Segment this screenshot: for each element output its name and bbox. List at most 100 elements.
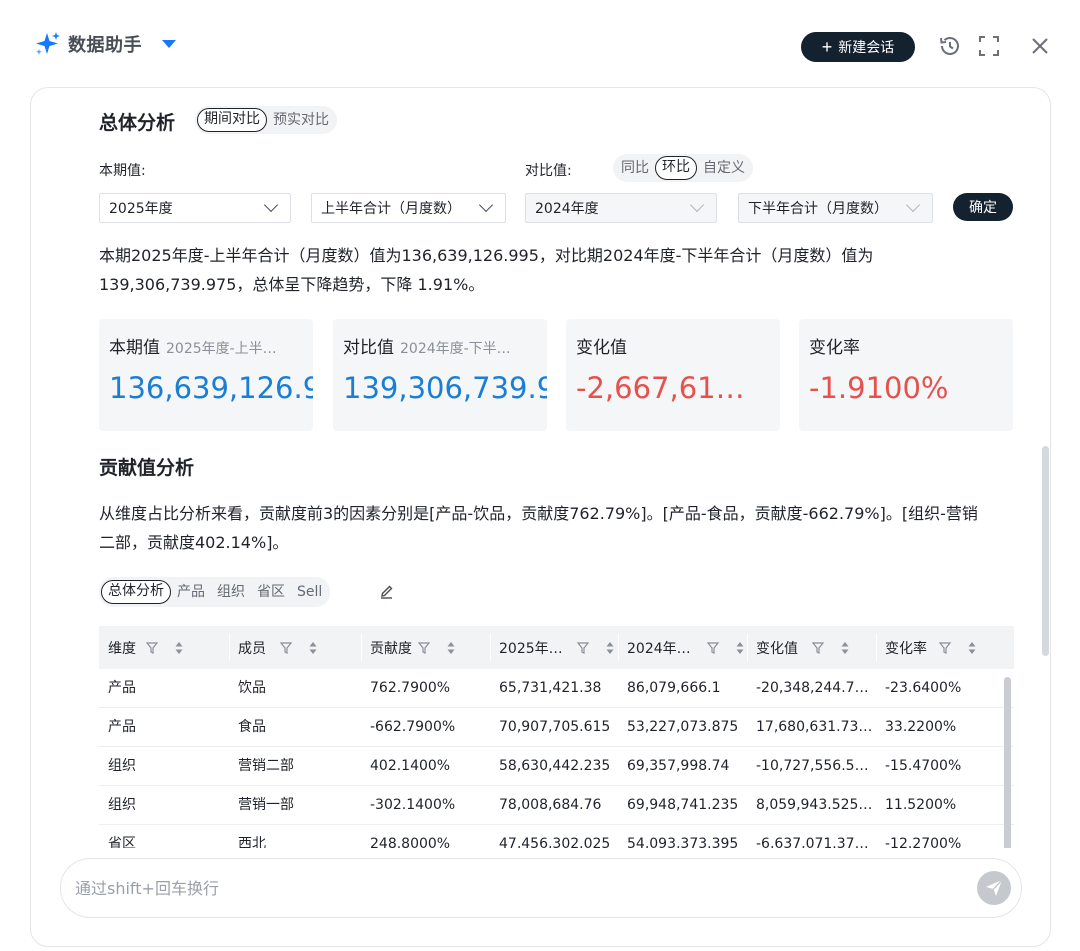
cell-2025: 78,008,684.76 [499, 797, 602, 813]
edit-icon[interactable] [378, 583, 396, 601]
header-col-2025: 2025年… [490, 626, 618, 669]
table-row[interactable]: 组织 营销一部 -302.1400% 78,008,684.76 69,948,741.… [99, 786, 1014, 825]
header-separator [361, 634, 362, 661]
table-header: 维度 成员 贡献度 2025年… 2024年… 变化值 变化率 [99, 626, 1014, 669]
sort-icon[interactable] [604, 640, 616, 656]
kpi-subtitle: 2024年度-下半… [400, 341, 511, 357]
sort-icon[interactable] [839, 640, 851, 656]
cell-member: 西北 [238, 836, 266, 848]
sort-icon[interactable] [966, 640, 978, 656]
filter-icon[interactable] [417, 641, 431, 655]
cell-contribution: -302.1400% [370, 797, 456, 813]
chevron-down-icon [689, 197, 705, 213]
current-year-value: 2025年度 [109, 201, 173, 217]
tab-budget-compare[interactable]: 预实对比 [267, 108, 335, 132]
filter-icon[interactable] [706, 641, 720, 655]
overview-summary-line: 139,306,739.975，总体呈下降趋势，下降 1.91%。 [99, 275, 485, 294]
table-row[interactable]: 省区 西北 248.8000% 47,456,302.025 54,093,373.39… [99, 825, 1014, 848]
cell-2024: 69,948,741.235 [627, 797, 739, 813]
kpi-title: 本期值 [109, 338, 160, 358]
kpi-title: 对比值 [343, 338, 394, 358]
brand[interactable]: 数据助手 [34, 30, 176, 58]
header-col-contribution: 贡献度 [361, 626, 490, 669]
tab-province[interactable]: 省区 [251, 580, 291, 604]
tab-product[interactable]: 产品 [171, 580, 211, 604]
kpi-card-current: 本期值 2025年度-上半… 136,639,126.99 [99, 319, 313, 431]
table-scrollbar[interactable] [1004, 677, 1011, 848]
confirm-button[interactable]: 确定 [953, 193, 1013, 221]
compare-period-select[interactable]: 下半年合计（月度数） [738, 193, 933, 223]
sort-icon[interactable] [307, 640, 319, 656]
cell-contribution: 762.7900% [370, 680, 451, 696]
top-bar: 数据助手 + 新建会话 [0, 0, 1080, 88]
tab-org[interactable]: 组织 [211, 580, 251, 604]
chevron-down-icon[interactable] [162, 40, 176, 48]
panel-scrollbar[interactable] [1042, 446, 1049, 656]
sort-icon[interactable] [445, 640, 457, 656]
tab-custom[interactable]: 自定义 [697, 156, 751, 180]
sort-icon[interactable] [173, 640, 185, 656]
tab-yoy[interactable]: 同比 [615, 156, 655, 180]
cell-member: 营销一部 [238, 797, 294, 813]
tab-period-compare[interactable]: 期间对比 [197, 108, 267, 132]
kpi-subtitle: 2025年度-上半… [166, 341, 277, 357]
table-row[interactable]: 产品 食品 -662.7900% 70,907,705.615 53,227,073.8… [99, 708, 1014, 747]
cell-2024: 54,093,373.395 [627, 836, 739, 848]
kpi-value: -2,667,61… [576, 371, 745, 405]
message-area[interactable]: 总体分析 期间对比 预实对比 本期值: 对比值: 同比 环比 自定义 2025年… [31, 88, 1052, 848]
compare-year-select[interactable]: 2024年度 [525, 193, 717, 223]
tab-overall[interactable]: 总体分析 [101, 580, 171, 604]
cell-contribution: 402.1400% [370, 758, 451, 774]
close-icon[interactable] [1027, 33, 1053, 59]
cell-change: 17,680,631.73… [756, 719, 873, 735]
header-label: 变化率 [885, 640, 927, 657]
filter-icon[interactable] [938, 641, 952, 655]
cell-2024: 69,357,998.74 [627, 758, 730, 774]
current-year-select[interactable]: 2025年度 [99, 193, 291, 223]
cell-contribution: 248.8000% [370, 836, 451, 848]
kpi-title: 变化值 [576, 338, 627, 358]
cell-change: -6,637,071.37… [756, 836, 869, 848]
cell-2025: 58,630,442.235 [499, 758, 611, 774]
current-value-label: 本期值: [99, 163, 146, 179]
kpi-card-compare: 对比值 2024年度-下半… 139,306,739.97 [333, 319, 547, 431]
history-icon[interactable] [937, 33, 963, 59]
overview-summary: 本期2025年度-上半年合计（月度数）值为136,639,126.995，对比期… [99, 241, 873, 299]
new-chat-label: 新建会话 [838, 39, 895, 55]
header-col-dimension: 维度 [99, 626, 229, 669]
cell-change: -20,348,244.7… [756, 680, 869, 696]
cell-dimension: 省区 [108, 836, 136, 848]
current-period-select[interactable]: 上半年合计（月度数） [311, 193, 506, 223]
new-chat-button[interactable]: + 新建会话 [801, 32, 915, 62]
send-button[interactable] [977, 871, 1011, 905]
contribution-title: 贡献值分析 [99, 457, 195, 479]
header-separator [490, 634, 491, 661]
chevron-down-icon [263, 197, 279, 213]
cell-dimension: 产品 [108, 680, 136, 696]
chevron-down-icon [478, 197, 494, 213]
cell-member: 饮品 [238, 680, 266, 696]
send-icon [986, 879, 1003, 896]
sort-icon[interactable] [734, 640, 746, 656]
cell-dimension: 产品 [108, 719, 136, 735]
filter-icon[interactable] [279, 641, 293, 655]
cell-dimension: 组织 [108, 758, 136, 774]
tab-mom[interactable]: 环比 [655, 156, 697, 180]
cell-change: -10,727,556.5… [756, 758, 869, 774]
contribution-summary-line: 二部，贡献度402.14%]。 [99, 533, 289, 552]
table-row[interactable]: 组织 营销二部 402.1400% 58,630,442.235 69,357,998.… [99, 747, 1014, 786]
kpi-card-change: 变化值 -2,667,61… [566, 319, 780, 431]
filter-icon[interactable] [145, 641, 159, 655]
filter-icon[interactable] [576, 641, 590, 655]
compare-type-tabs: 期间对比 预实对比 [195, 106, 337, 134]
chat-input[interactable] [75, 873, 955, 903]
chevron-down-icon [905, 197, 921, 213]
compare-period-value: 下半年合计（月度数） [748, 201, 888, 217]
fullscreen-icon[interactable] [976, 33, 1002, 59]
filter-icon[interactable] [811, 641, 825, 655]
compare-year-value: 2024年度 [535, 201, 599, 217]
cell-change-rate: -15.4700% [885, 758, 962, 774]
table-row[interactable]: 产品 饮品 762.7900% 65,731,421.38 86,079,666.1 -2… [99, 669, 1014, 708]
tab-sell[interactable]: Sell [291, 580, 328, 604]
chat-input-box [60, 858, 1022, 918]
